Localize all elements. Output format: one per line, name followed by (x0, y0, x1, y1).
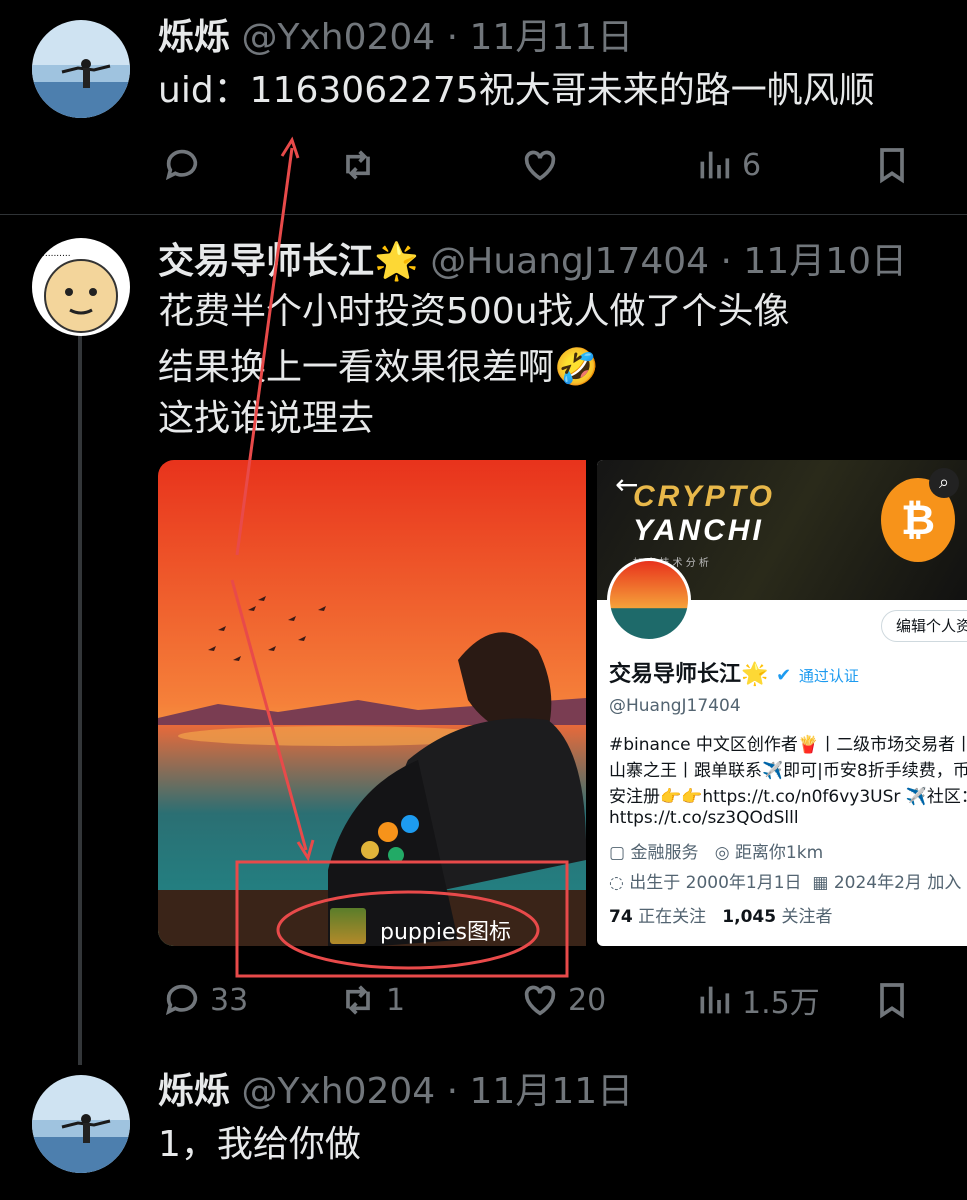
tweet-actions: 33 1 20 1.5万 (158, 975, 967, 1025)
views-button[interactable]: 1.5万 (694, 975, 820, 1025)
views-count: 1.5万 (742, 986, 820, 1021)
retweet-count: 1 (386, 982, 406, 1018)
display-name[interactable]: 烁烁 (158, 1071, 230, 1112)
like-button[interactable]: 20 (520, 975, 606, 1025)
reply-count: 33 (210, 982, 249, 1018)
like-count: 20 (568, 982, 607, 1018)
retweet-icon (346, 985, 370, 1015)
handle-and-date[interactable]: @Yxh0204 · 11月11日 (241, 1071, 633, 1112)
heart-icon (524, 985, 556, 1016)
bookmark-button[interactable] (872, 975, 912, 1025)
annotation-line-up (235, 147, 294, 556)
retweet-button[interactable]: 1 (338, 975, 405, 1025)
annotation-label: puppies图标 (380, 920, 511, 945)
avatar[interactable] (32, 1075, 130, 1173)
bookmark-icon (880, 983, 904, 1019)
tweet-header: 烁烁 @Yxh0204 · 11月11日 (158, 1070, 633, 1114)
annotation-badge (330, 908, 366, 944)
tweet-text: 1，我给你做 (158, 1124, 361, 1165)
annotation-line-down (230, 579, 308, 851)
reply-icon (165, 984, 198, 1016)
avatar-photo (32, 1075, 130, 1173)
reply-button[interactable]: 33 (162, 975, 248, 1025)
views-icon (700, 986, 730, 1014)
